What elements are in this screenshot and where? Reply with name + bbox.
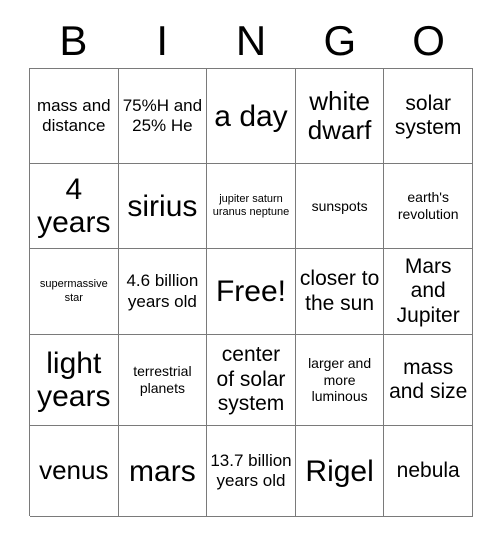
bingo-cell-label: terrestrial planets [133,363,192,396]
bingo-cell-o5[interactable]: nebula [384,426,473,517]
bingo-cell-label: white dwarf [307,85,372,145]
bingo-cell-o1[interactable]: solar system [384,69,473,164]
bingo-cell-g5[interactable]: Rigel [295,426,385,517]
bingo-cell-i4[interactable]: terrestrial planets [118,335,208,426]
bingo-cell-i2[interactable]: sirius [118,164,208,249]
bingo-cell-label: jupiter saturn uranus neptune [212,192,290,218]
bingo-cell-label: nebula [396,458,460,482]
bingo-header-letter-b: B [59,17,88,64]
bingo-cell-b4[interactable]: light years [30,335,119,426]
bingo-cell-label: Mars and Jupiter [396,254,460,327]
bingo-cell-o3[interactable]: Mars and Jupiter [384,249,473,335]
bingo-grid: mass and distance 75%H and 25% He a day … [29,68,473,517]
bingo-header-letter-o: O [412,17,445,64]
bingo-cell-label: 4.6 billion years old [126,271,199,311]
bingo-cell-n5[interactable]: 13.7 billion years old [207,426,296,517]
bingo-cell-label: mars [129,454,196,488]
bingo-card: B I N G O mass and distance 75%H and 25%… [0,0,500,544]
bingo-cell-b1[interactable]: mass and distance [30,69,119,164]
bingo-cell-i3[interactable]: 4.6 billion years old [118,249,208,335]
bingo-cell-n1[interactable]: a day [207,69,296,164]
bingo-cell-label: venus [39,455,109,486]
bingo-cell-b3[interactable]: supermassive star [30,249,119,335]
bingo-cell-n4[interactable]: center of solar system [207,335,296,426]
bingo-free-space-label: Free! [215,275,286,308]
bingo-cell-g3[interactable]: closer to the sun [295,249,385,335]
bingo-cell-b5[interactable]: venus [30,426,119,517]
bingo-cell-label: mass and distance [36,95,111,135]
bingo-cell-label: earth's revolution [397,189,459,222]
bingo-cell-g4[interactable]: larger and more luminous [295,335,385,426]
bingo-cell-g2[interactable]: sunspots [295,164,385,249]
bingo-header-letter-i: I [156,17,169,64]
bingo-cell-label: sirius [127,189,198,223]
bingo-header-row: B I N G O [29,14,473,68]
bingo-header-letter-n: N [235,17,267,64]
bingo-cell-label: center of solar system [216,343,286,416]
bingo-cell-label: light years [37,347,111,413]
bingo-cell-o2[interactable]: earth's revolution [384,164,473,249]
bingo-cell-g1[interactable]: white dwarf [295,69,385,164]
bingo-cell-label: a day [214,99,288,133]
bingo-cell-label: closer to the sun [299,267,380,315]
bingo-cell-label: 4 years [37,173,111,239]
bingo-cell-n2[interactable]: jupiter saturn uranus neptune [207,164,296,249]
bingo-cell-label: supermassive star [39,278,108,304]
bingo-cell-i5[interactable]: mars [118,426,208,517]
bingo-cell-label: 75%H and 25% He [122,95,203,135]
bingo-cell-free-space[interactable]: Free! [207,249,296,335]
bingo-cell-label: mass and size [389,355,468,403]
bingo-cell-label: 13.7 billion years old [210,450,292,490]
bingo-cell-o4[interactable]: mass and size [384,335,473,426]
bingo-cell-label: Rigel [305,454,374,488]
bingo-header-letter-g: G [323,17,357,64]
bingo-cell-b2[interactable]: 4 years [30,164,119,249]
bingo-cell-label: larger and more luminous [308,355,372,405]
bingo-cell-label: solar system [394,91,462,139]
bingo-cell-i1[interactable]: 75%H and 25% He [118,69,208,164]
bingo-cell-label: sunspots [311,197,368,214]
